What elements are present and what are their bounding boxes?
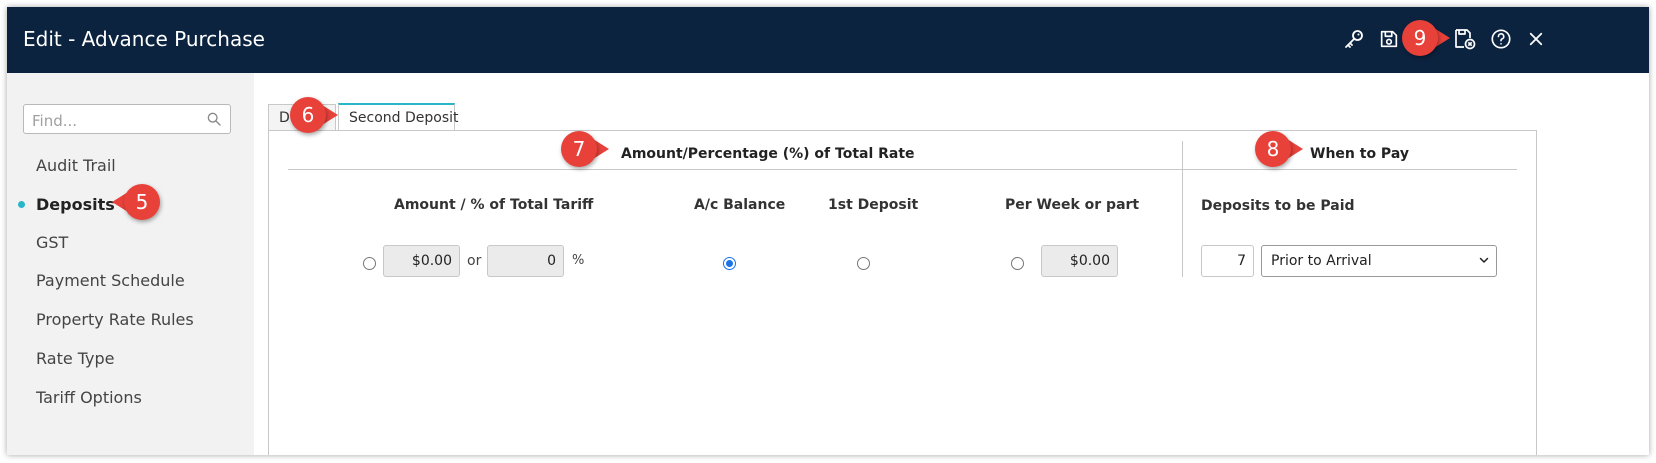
dialog-title: Edit - Advance Purchase	[23, 27, 265, 51]
or-text: or	[467, 253, 482, 269]
sidebar-item-tariff-options[interactable]: Tariff Options	[36, 388, 142, 407]
annotation-number: 6	[290, 97, 326, 133]
chevron-down-icon	[1479, 257, 1489, 263]
annotation-number: 9	[1402, 20, 1438, 56]
col-per-week-label: Per Week or part	[1005, 197, 1140, 213]
tab-label: D	[279, 110, 290, 126]
percent-value-field[interactable]: 0	[487, 245, 564, 277]
edit-dialog: Edit - Advance Purchase Find... Audit Tr…	[7, 7, 1649, 455]
save-close-icon[interactable]	[1452, 26, 1478, 52]
sidebar-item-rate-type[interactable]: Rate Type	[36, 349, 115, 368]
annotation-number: 8	[1255, 131, 1291, 167]
tab-label: Second Deposit	[349, 110, 459, 126]
second-deposit-panel: Amount/Percentage (%) of Total Rate When…	[268, 130, 1537, 455]
save-icon[interactable]	[1376, 26, 1402, 52]
when-to-pay-selected: Prior to Arrival	[1271, 253, 1372, 269]
find-input[interactable]	[30, 111, 204, 131]
section-amount-title: Amount/Percentage (%) of Total Rate	[621, 146, 915, 162]
sidebar-item-payment-schedule[interactable]: Payment Schedule	[36, 271, 185, 290]
sidebar-item-property-rate-rules[interactable]: Property Rate Rules	[36, 310, 194, 329]
active-indicator-dot	[18, 201, 25, 208]
col-first-deposit-label: 1st Deposit	[828, 197, 919, 213]
section-divider	[1182, 141, 1183, 277]
tab-second-deposit[interactable]: Second Deposit	[338, 103, 459, 131]
sidebar-item-audit-trail[interactable]: Audit Trail	[36, 156, 116, 175]
col-ac-balance-label: A/c Balance	[694, 197, 786, 213]
when-to-pay-select[interactable]: Prior to Arrival	[1261, 245, 1497, 277]
deposit-days-input[interactable]: 7	[1201, 245, 1254, 277]
per-week-radio[interactable]	[1011, 257, 1024, 270]
header-divider	[288, 169, 1517, 170]
find-box	[23, 104, 231, 134]
search-icon[interactable]	[206, 111, 222, 132]
sidebar-item-gst[interactable]: GST	[36, 233, 68, 252]
annotation-marker-8: 8	[1255, 131, 1303, 167]
amount-value-field[interactable]: $0.00	[383, 245, 460, 277]
amount-pct-radio[interactable]	[363, 257, 376, 270]
annotation-marker-5: 5	[112, 184, 160, 220]
ac-balance-radio[interactable]	[723, 257, 736, 270]
first-deposit-radio[interactable]	[857, 257, 870, 270]
percent-symbol: %	[572, 253, 585, 268]
section-when-title: When to Pay	[1310, 146, 1409, 162]
sidebar: Audit Trail Deposits GST Payment Schedul…	[7, 73, 254, 455]
col-amount-pct-label: Amount / % of Total Tariff	[394, 197, 594, 213]
sidebar-item-deposits[interactable]: Deposits	[36, 195, 115, 214]
key-icon[interactable]	[1341, 26, 1367, 52]
annotation-number: 7	[561, 131, 597, 167]
close-icon[interactable]	[1523, 26, 1549, 52]
annotation-number: 5	[124, 184, 160, 220]
help-icon[interactable]	[1488, 26, 1514, 52]
per-week-value-field[interactable]: $0.00	[1041, 245, 1118, 277]
annotation-marker-6: 6	[290, 97, 338, 133]
col-deposits-to-be-paid-label: Deposits to be Paid	[1201, 198, 1355, 214]
annotation-marker-7: 7	[561, 131, 609, 167]
main-content: D Second Deposit Amount/Percentage (%) o…	[254, 73, 1649, 455]
annotation-marker-9: 9	[1402, 20, 1450, 56]
